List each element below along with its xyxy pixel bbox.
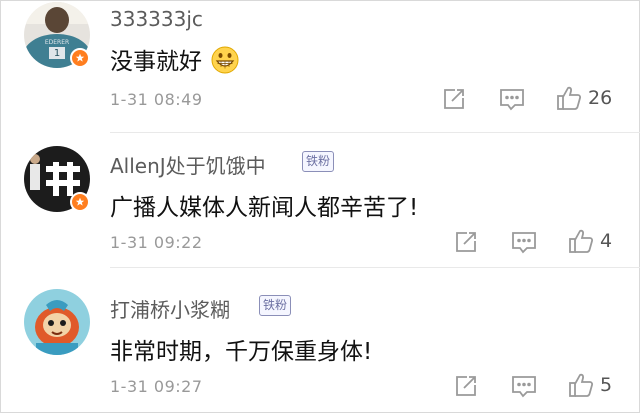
comment-timestamp: 1-31 08:49 [110, 90, 203, 109]
comment-item: 打浦桥小浆糊 铁粉 非常时期，千万保重身体! 1-31 09:27 5 [0, 268, 640, 413]
comment-icon [512, 232, 536, 254]
username[interactable]: 333333jc [110, 7, 203, 31]
svg-text:EDERER: EDERER [45, 39, 69, 46]
like-button[interactable]: 26 [556, 85, 612, 111]
comment-text-row: 没事就好 [110, 42, 239, 80]
thumbs-up-icon [557, 86, 582, 110]
verified-badge-icon [70, 192, 90, 212]
comment-icon [500, 89, 524, 111]
comment-text: 非常时期，千万保重身体! [110, 339, 373, 365]
comment-icon [512, 376, 536, 398]
like-count: 4 [600, 230, 613, 252]
fan-badge: 铁粉 [302, 151, 335, 172]
username[interactable]: 打浦桥小浆糊 [110, 294, 230, 323]
edit-share-icon [444, 89, 464, 109]
fan-badge: 铁粉 [259, 295, 292, 316]
like-count: 26 [588, 87, 613, 109]
comment-item: AllenJ处于饥饿中 铁粉 广播人媒体人新闻人都辛苦了! 1-31 09:22… [0, 133, 640, 267]
thumbs-up-icon [569, 373, 594, 397]
verified-badge-icon [70, 48, 90, 68]
like-button[interactable]: 4 [568, 228, 612, 254]
edit-share-icon [456, 232, 476, 252]
comment-timestamp: 1-31 09:27 [110, 377, 203, 396]
avatar[interactable] [24, 289, 90, 355]
like-button[interactable]: 5 [568, 372, 612, 398]
reply-button[interactable] [511, 231, 537, 255]
reply-button[interactable] [499, 88, 525, 112]
grin-emoji-icon [211, 46, 239, 80]
comment-text: 广播人媒体人新闻人都辛苦了! [110, 195, 419, 221]
like-count: 5 [600, 374, 613, 396]
share-button[interactable] [454, 230, 478, 254]
share-button[interactable] [442, 87, 466, 111]
svg-text:1: 1 [54, 48, 60, 59]
thumbs-up-icon [569, 229, 594, 253]
edit-share-icon [456, 376, 476, 396]
reply-button[interactable] [511, 375, 537, 399]
share-button[interactable] [454, 374, 478, 398]
comment-item: 1 EDERER 333333jc 没事就好 1-31 08:49 26 [0, 0, 640, 132]
comment-text: 没事就好 [110, 49, 202, 75]
username[interactable]: AllenJ处于饥饿中 [110, 150, 266, 179]
comment-timestamp: 1-31 09:22 [110, 233, 203, 252]
